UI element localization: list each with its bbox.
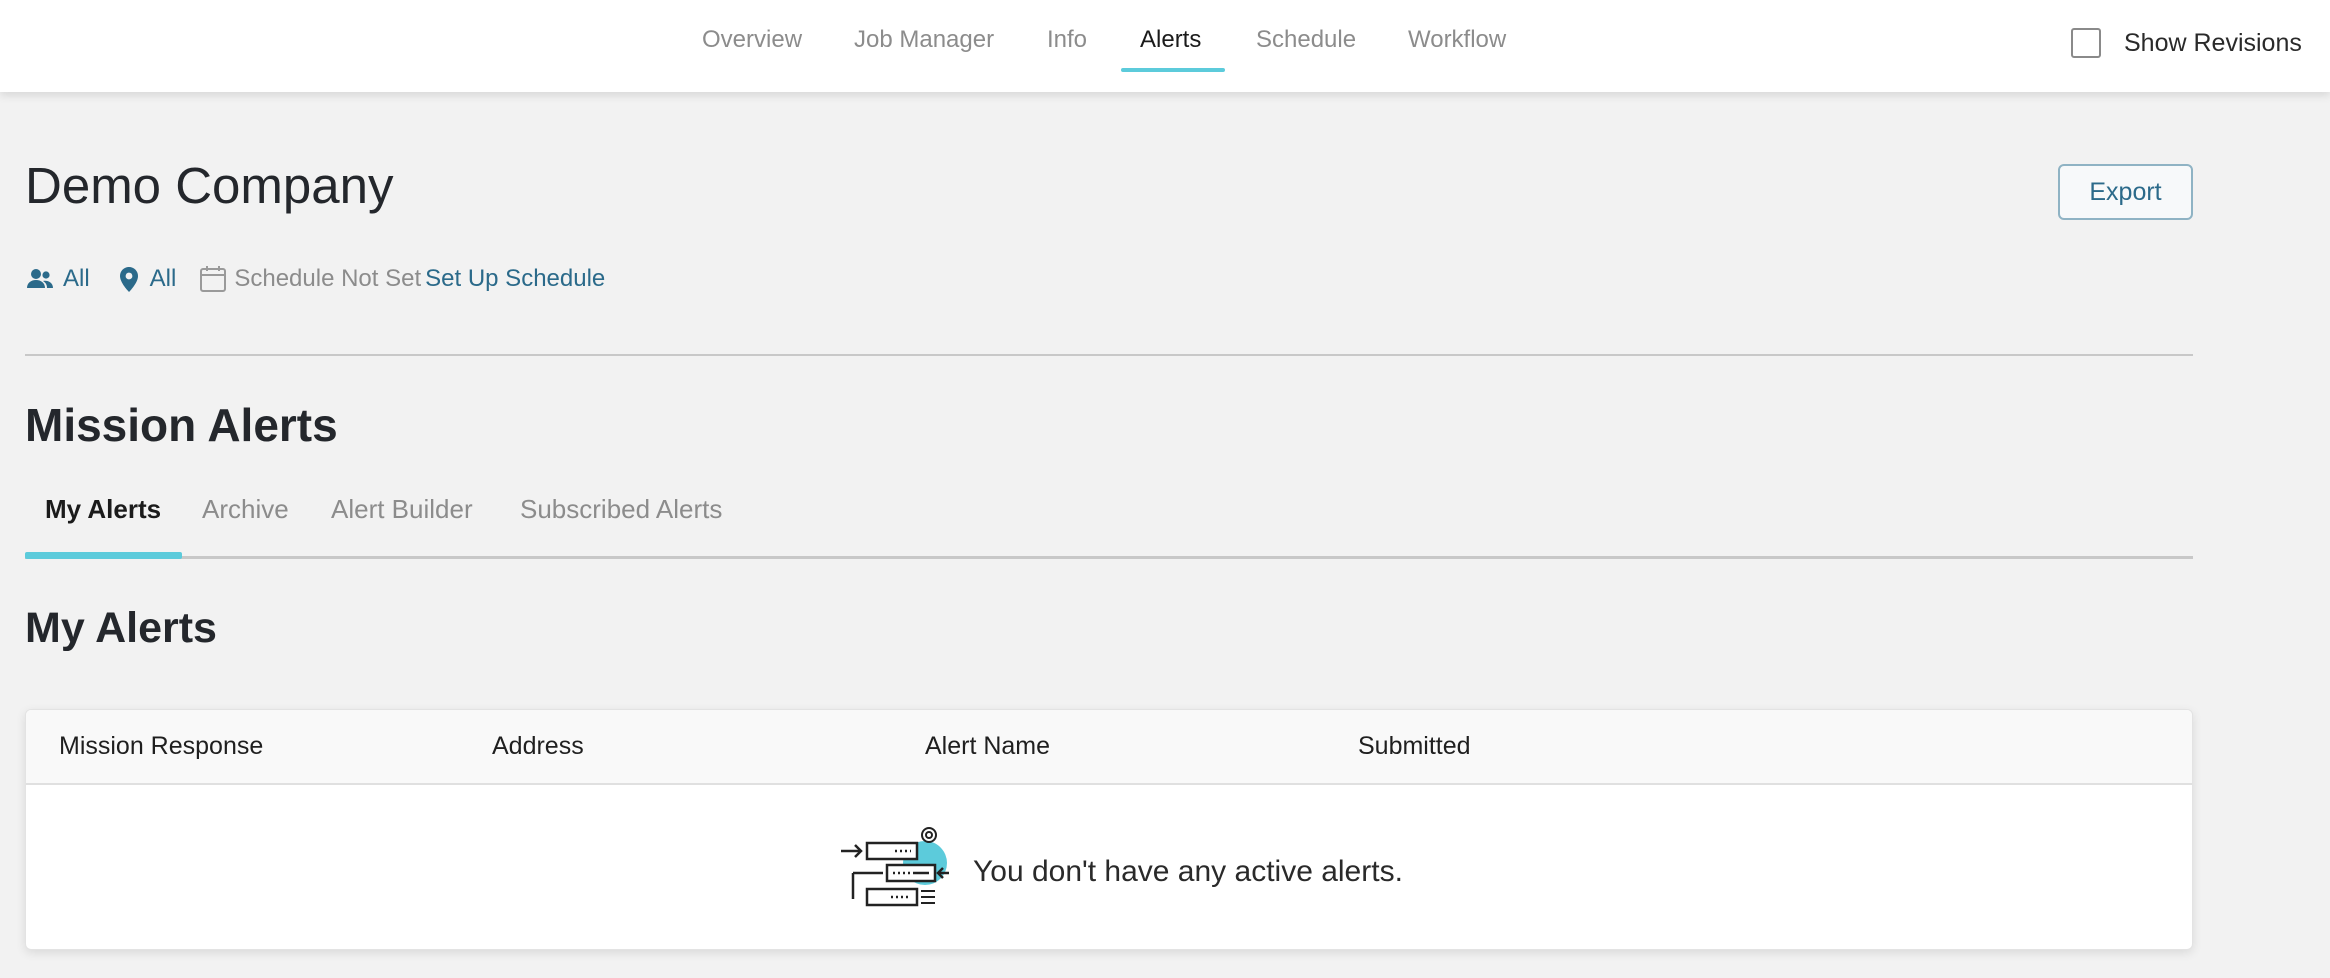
tab-overview[interactable]: Overview <box>702 26 802 54</box>
subsection-title: My Alerts <box>25 604 217 652</box>
top-nav-tabs: Overview Job Manager Info Alerts Schedul… <box>0 0 2330 92</box>
location-pin-icon <box>114 264 144 294</box>
column-address[interactable]: Address <box>492 732 584 761</box>
schedule-status: Schedule Not Set <box>234 265 422 292</box>
checkbox-icon[interactable] <box>2071 28 2101 58</box>
set-up-schedule-link[interactable]: Set Up Schedule <box>425 265 605 293</box>
company-meta-row: All All Schedule Not Set Set Up Schedule <box>25 262 605 296</box>
calendar-icon <box>198 264 228 294</box>
section-divider <box>25 354 2193 356</box>
page-title: Demo Company <box>25 157 394 214</box>
location-filter-link[interactable]: All <box>150 265 177 293</box>
active-subtab-indicator <box>25 552 182 559</box>
people-filter-link[interactable]: All <box>63 265 90 293</box>
column-alert-name[interactable]: Alert Name <box>925 732 1050 761</box>
tab-my-alerts[interactable]: My Alerts <box>45 494 161 525</box>
alerts-empty-illustration <box>839 825 955 918</box>
top-navigation-bar: Overview Job Manager Info Alerts Schedul… <box>0 0 2330 92</box>
column-submitted[interactable]: Submitted <box>1358 732 1471 761</box>
tab-alerts[interactable]: Alerts <box>1140 26 1201 54</box>
people-icon <box>25 264 55 294</box>
column-mission-response[interactable]: Mission Response <box>59 732 263 761</box>
tab-schedule[interactable]: Schedule <box>1256 26 1356 54</box>
alerts-table: Mission Response Address Alert Name Subm… <box>25 709 2193 950</box>
table-header: Mission Response Address Alert Name Subm… <box>26 710 2192 785</box>
tab-archive[interactable]: Archive <box>202 494 289 525</box>
tab-workflow[interactable]: Workflow <box>1408 26 1506 54</box>
subtabs-baseline <box>25 556 2193 559</box>
tab-job-manager[interactable]: Job Manager <box>854 26 994 54</box>
export-button[interactable]: Export <box>2058 164 2193 220</box>
tab-alert-builder[interactable]: Alert Builder <box>331 494 473 525</box>
alerts-subtabs: My Alerts Archive Alert Builder Subscrib… <box>25 494 2193 560</box>
empty-state: You don't have any active alerts. <box>839 825 1403 918</box>
show-revisions-toggle[interactable]: Show Revisions <box>2071 28 2302 58</box>
show-revisions-label: Show Revisions <box>2124 28 2302 57</box>
empty-state-message: You don't have any active alerts. <box>973 854 1403 888</box>
section-title: Mission Alerts <box>25 399 338 451</box>
tab-subscribed-alerts[interactable]: Subscribed Alerts <box>520 494 722 525</box>
tab-info[interactable]: Info <box>1047 26 1087 54</box>
active-tab-indicator <box>1121 68 1225 72</box>
